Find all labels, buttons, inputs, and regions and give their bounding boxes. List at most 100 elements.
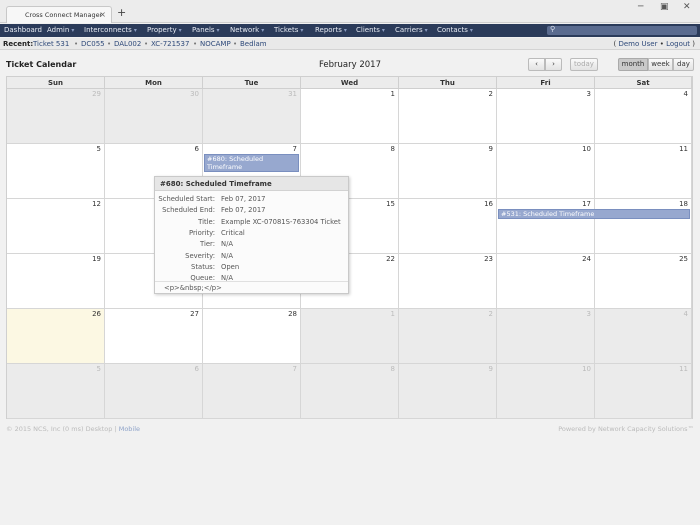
calendar-day-cell[interactable]: 11 (595, 364, 692, 419)
main-nav: Dashboard Admin ▾ Interconnects ▾ Property… (0, 24, 700, 37)
calendar-day-cell[interactable]: 27 (105, 309, 203, 364)
recent-bar: Recent: Ticket 531 • DC055 • DAL002 • XC… (0, 38, 700, 50)
day-number: 25 (679, 255, 688, 263)
nav-item-network[interactable]: Network ▾ (230, 26, 264, 34)
chevron-down-icon: ▾ (133, 27, 137, 34)
calendar-day-cell[interactable]: 12 (7, 199, 105, 254)
next-month-button[interactable]: › (545, 58, 562, 71)
tooltip-value: Example XC-07081S-763304 Ticket (221, 217, 341, 226)
calendar-day-cell[interactable]: 10 (497, 144, 595, 199)
day-number: 1 (390, 310, 395, 318)
calendar-day-cell[interactable]: 5 (7, 144, 105, 199)
calendar-day-cell[interactable]: 5 (7, 364, 105, 419)
calendar-day-cell[interactable]: 30 (105, 89, 203, 144)
day-header-fri: Fri (497, 77, 595, 89)
browser-tab[interactable]: Cross Connect Manager × (6, 6, 112, 23)
nav-item-property[interactable]: Property ▾ (147, 26, 182, 34)
calendar-day-cell[interactable]: 11 (595, 144, 692, 199)
nav-item-admin[interactable]: Admin ▾ (47, 26, 74, 34)
nav-item-contacts[interactable]: Contacts ▾ (437, 26, 473, 34)
nav-item-panels[interactable]: Panels ▾ (192, 26, 220, 34)
chevron-down-icon: ▾ (424, 27, 428, 34)
calendar-day-cell[interactable]: 4 (595, 309, 692, 364)
calendar-day-cell[interactable]: 18 (595, 199, 692, 254)
week-view-button[interactable]: week (648, 58, 673, 71)
day-number: 30 (190, 90, 199, 98)
day-number: 3 (586, 90, 591, 98)
nav-item-reports[interactable]: Reports ▾ (315, 26, 347, 34)
calendar-day-cell[interactable]: 17 (497, 199, 595, 254)
day-number: 6 (194, 365, 199, 373)
calendar-day-cell[interactable]: 9 (399, 144, 497, 199)
calendar-day-cell[interactable]: 3 (497, 309, 595, 364)
user-name-link[interactable]: Demo User (618, 40, 657, 48)
tooltip-row: Priority: Critical (155, 229, 348, 240)
tooltip-value: Critical (221, 228, 245, 237)
calendar-day-cell[interactable]: 10 (497, 364, 595, 419)
maximize-icon[interactable]: ▣ (660, 2, 669, 12)
day-number: 2 (488, 90, 493, 98)
calendar-day-cell[interactable]: 26 (7, 309, 105, 364)
minimize-icon[interactable]: ─ (638, 2, 643, 12)
calendar-day-cell[interactable]: 29 (7, 89, 105, 144)
logout-link[interactable]: Logout (666, 40, 690, 48)
day-number: 5 (96, 145, 101, 153)
nav-item-dashboard[interactable]: Dashboard (4, 26, 42, 34)
calendar-day-cell[interactable]: 31 (203, 89, 301, 144)
recent-label: Recent: (3, 40, 34, 48)
day-view-button[interactable]: day (673, 58, 694, 71)
recent-link[interactable]: Bedlam (240, 40, 267, 48)
calendar-day-cell[interactable]: 1 (301, 309, 399, 364)
recent-link[interactable]: DC055 (81, 40, 105, 48)
day-number: 27 (190, 310, 199, 318)
calendar-day-cell[interactable]: 2 (399, 89, 497, 144)
chevron-down-icon: ▾ (261, 27, 265, 34)
tooltip-row: Tier: N/A (155, 240, 348, 251)
new-tab-icon[interactable]: + (117, 7, 126, 18)
mobile-link[interactable]: Mobile (119, 425, 140, 433)
calendar-day-cell[interactable]: 1 (301, 89, 399, 144)
search-icon: ⚲ (550, 25, 556, 33)
calendar-day-cell[interactable]: 19 (7, 254, 105, 309)
calendar-day-cell[interactable]: 7 (203, 364, 301, 419)
calendar-day-cell[interactable]: 25 (595, 254, 692, 309)
calendar-day-cell[interactable]: 16 (399, 199, 497, 254)
nav-item-interconnects[interactable]: Interconnects ▾ (84, 26, 137, 34)
calendar-day-cell[interactable]: 3 (497, 89, 595, 144)
calendar-day-cell[interactable]: 4 (595, 89, 692, 144)
calendar-day-cell[interactable]: 9 (399, 364, 497, 419)
nav-item-carriers[interactable]: Carriers ▾ (395, 26, 428, 34)
nav-item-clients[interactable]: Clients ▾ (356, 26, 385, 34)
calendar-event[interactable]: #680: Scheduled Timeframe (204, 154, 299, 172)
chevron-down-icon: ▾ (381, 27, 385, 34)
day-number: 1 (390, 90, 395, 98)
day-number: 5 (96, 365, 101, 373)
calendar-day-cell[interactable]: 28 (203, 309, 301, 364)
footer-right: Powered by Network Capacity Solutions™ (558, 425, 694, 433)
tooltip-row: Status: Open (155, 263, 348, 274)
close-window-icon[interactable]: ✕ (683, 2, 691, 12)
calendar-day-cell[interactable]: 24 (497, 254, 595, 309)
recent-separator: • (193, 40, 198, 48)
calendar-day-cell[interactable]: 23 (399, 254, 497, 309)
recent-link[interactable]: DAL002 (114, 40, 141, 48)
recent-link[interactable]: Ticket 531 (33, 40, 69, 48)
calendar-day-cell[interactable]: 8 (301, 364, 399, 419)
day-number: 9 (488, 365, 493, 373)
calendar-grid: Sun Mon Tue Wed Thu Fri Sat 29 30 31 1 2 3 4 5 6 7 8 9 10 11… (6, 76, 693, 419)
tab-close-icon[interactable]: × (99, 10, 106, 19)
prev-month-button[interactable]: ‹ (528, 58, 545, 71)
nav-item-tickets[interactable]: Tickets ▾ (274, 26, 303, 34)
recent-separator: • (74, 40, 79, 48)
recent-link[interactable]: XC-721537 (151, 40, 189, 48)
recent-link[interactable]: NOCAMP (200, 40, 231, 48)
search-input[interactable]: ⚲ (547, 25, 697, 35)
calendar-day-cell[interactable]: 6 (105, 364, 203, 419)
day-header-mon: Mon (105, 77, 203, 89)
calendar-event[interactable]: #531: Scheduled Timeframe (498, 209, 690, 219)
tooltip-row: Scheduled End: Feb 07, 2017 (155, 206, 348, 217)
month-view-button[interactable]: month (618, 58, 648, 71)
today-button[interactable]: today (570, 58, 598, 71)
calendar-day-cell[interactable]: 2 (399, 309, 497, 364)
day-header-sat: Sat (595, 77, 692, 89)
